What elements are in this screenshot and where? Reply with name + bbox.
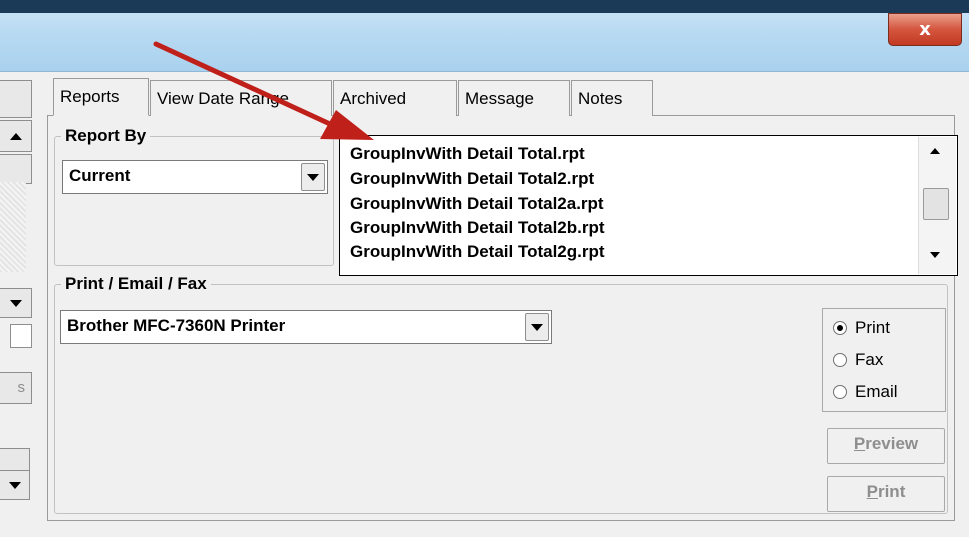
printer-value: Brother MFC-7360N Printer <box>67 316 286 335</box>
radio-fax-label: Fax <box>855 350 884 369</box>
output-mode-box: Print Fax Email <box>822 308 946 412</box>
radio-email-label: Email <box>855 382 898 401</box>
left-dropdown-button[interactable] <box>0 288 32 318</box>
chevron-down-icon <box>307 173 319 181</box>
tab-message[interactable]: Message <box>458 80 570 116</box>
left-checkbox[interactable] <box>10 324 32 348</box>
left-edge-button[interactable] <box>0 80 32 118</box>
report-by-dropdown-button[interactable] <box>301 163 325 191</box>
left-scroll-track[interactable] <box>0 154 32 184</box>
preview-label: review <box>865 434 919 453</box>
list-item[interactable]: GroupInvWith Detail Total2b.rpt <box>350 218 605 238</box>
report-file-list[interactable]: GroupInvWith Detail Total.rpt GroupInvWi… <box>339 135 958 276</box>
tab-reports[interactable]: Reports <box>53 78 149 116</box>
print-label: rint <box>877 482 906 501</box>
left-scroll-up-button[interactable] <box>0 120 32 152</box>
chevron-down-icon <box>531 323 543 331</box>
radio-email[interactable]: Email <box>833 381 898 403</box>
tab-archived[interactable]: Archived <box>333 80 457 116</box>
list-item[interactable]: GroupInvWith Detail Total2a.rpt <box>350 194 604 214</box>
radio-unselected-icon[interactable] <box>833 353 847 367</box>
tab-notes[interactable]: Notes <box>571 80 653 116</box>
report-by-select[interactable]: Current <box>62 160 328 194</box>
desktop-edge <box>0 0 969 13</box>
report-by-value: Current <box>69 166 131 185</box>
printer-select[interactable]: Brother MFC-7360N Printer <box>60 310 552 344</box>
report-list-scroll-thumb[interactable] <box>923 188 949 220</box>
left-partial-button[interactable]: s <box>0 372 32 404</box>
report-by-legend: Report By <box>65 126 147 145</box>
print-button[interactable]: Print <box>827 476 945 512</box>
print-email-fax-legend: Print / Email / Fax <box>65 274 207 293</box>
chevron-down-icon <box>9 299 22 307</box>
scroll-down-icon[interactable] <box>930 252 940 258</box>
radio-print-label: Print <box>855 318 890 337</box>
report-by-group: Report By <box>54 126 334 266</box>
tab-view-date-range[interactable]: View Date Range <box>150 80 332 116</box>
printer-dropdown-button[interactable] <box>525 313 549 341</box>
radio-unselected-icon[interactable] <box>833 385 847 399</box>
left-panel-pattern <box>0 182 26 272</box>
preview-button[interactable]: Preview <box>827 428 945 464</box>
close-button[interactable]: x <box>888 13 962 46</box>
arrow-up-icon <box>9 132 22 140</box>
close-icon: x <box>919 19 931 40</box>
list-item[interactable]: GroupInvWith Detail Total.rpt <box>350 144 585 164</box>
radio-selected-icon[interactable] <box>833 321 847 335</box>
radio-fax[interactable]: Fax <box>833 349 883 371</box>
list-item[interactable]: GroupInvWith Detail Total2g.rpt <box>350 242 605 262</box>
radio-print[interactable]: Print <box>833 317 890 339</box>
list-item[interactable]: GroupInvWith Detail Total2.rpt <box>350 169 594 189</box>
left-dropdown-button-2[interactable] <box>0 470 30 500</box>
print-mnemonic: P <box>866 482 878 501</box>
left-panel: s <box>0 72 40 537</box>
chevron-down-icon <box>8 481 21 489</box>
preview-mnemonic: P <box>853 434 866 453</box>
scroll-up-icon[interactable] <box>930 148 940 154</box>
